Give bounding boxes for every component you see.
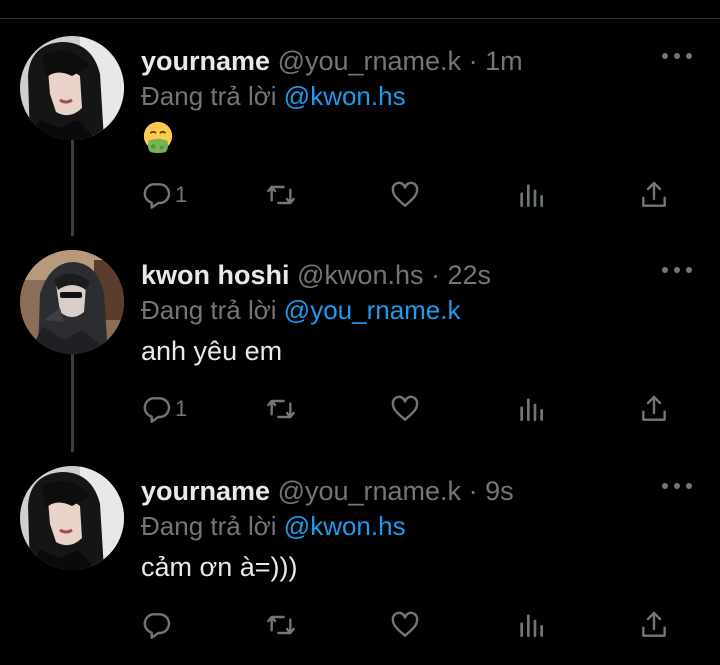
analytics-icon: [520, 184, 543, 207]
retweet-icon: [267, 615, 295, 635]
reply-icon: [143, 183, 171, 209]
timestamp[interactable]: 9s: [485, 476, 514, 506]
reply-button[interactable]: [141, 605, 175, 645]
tweet[interactable]: yourname @you_rname.k · 9s Đang trả lời …: [0, 450, 720, 665]
tweet[interactable]: yourname @you_rname.k · 1m Đang trả lời …: [0, 20, 720, 235]
user-handle[interactable]: @you_rname.k: [278, 476, 462, 506]
nauseated-face-emoji-icon: [143, 121, 173, 154]
display-name[interactable]: yourname: [141, 476, 270, 506]
more-options-icon[interactable]: [662, 260, 692, 280]
retweet-button[interactable]: [265, 389, 297, 429]
tweet-actions: 1: [0, 389, 720, 429]
retweet-button[interactable]: [265, 175, 297, 215]
tweet-text: cảm ơn à=))): [141, 552, 298, 582]
share-icon: [642, 181, 666, 207]
analytics-button[interactable]: [515, 389, 547, 429]
like-button[interactable]: [389, 175, 421, 215]
tweet-actions: [0, 605, 720, 645]
man-in-hood-avatar-icon: [20, 250, 124, 354]
replying-to: Đang trả lời @kwon.hs: [141, 510, 406, 542]
share-button[interactable]: [638, 389, 670, 429]
reply-button[interactable]: 1: [141, 389, 187, 429]
like-button[interactable]: [389, 605, 421, 645]
user-handle[interactable]: @kwon.hs: [297, 260, 423, 290]
share-button[interactable]: [638, 605, 670, 645]
tweet-header: yourname @you_rname.k · 1m: [141, 44, 523, 78]
share-icon: [642, 395, 666, 421]
tweet[interactable]: kwon hoshi @kwon.hs · 22s Đang trả lời @…: [0, 234, 720, 449]
analytics-icon: [520, 614, 543, 637]
mention-link[interactable]: @you_rname.k: [284, 295, 461, 325]
timestamp[interactable]: 1m: [485, 46, 523, 76]
tweet-actions: 1: [0, 175, 720, 215]
timestamp[interactable]: 22s: [448, 260, 492, 290]
display-name[interactable]: kwon hoshi: [141, 260, 290, 290]
display-name[interactable]: yourname: [141, 46, 270, 76]
replying-to-label: Đang trả lời: [141, 295, 277, 325]
reply-count: 1: [175, 396, 188, 421]
reply-icon: [143, 613, 171, 639]
heart-icon: [391, 611, 419, 637]
replying-to: Đang trả lời @you_rname.k: [141, 294, 461, 326]
more-options-icon[interactable]: [662, 46, 692, 66]
dark-haired-woman-avatar-icon: [20, 36, 124, 140]
analytics-button[interactable]: [515, 175, 547, 215]
reply-button[interactable]: 1: [141, 175, 187, 215]
replying-to: Đang trả lời @kwon.hs: [141, 80, 406, 112]
separator-dot: ·: [468, 476, 478, 506]
user-handle[interactable]: @you_rname.k: [278, 46, 462, 76]
retweet-icon: [267, 185, 295, 205]
heart-icon: [391, 181, 419, 207]
reply-count: 1: [175, 182, 188, 207]
retweet-icon: [267, 399, 295, 419]
replying-to-label: Đang trả lời: [141, 511, 277, 541]
tweet-text: anh yêu em: [141, 336, 283, 366]
reply-icon: [143, 397, 171, 423]
mention-link[interactable]: @kwon.hs: [284, 511, 406, 541]
more-options-icon[interactable]: [662, 476, 692, 496]
avatar[interactable]: [20, 466, 124, 570]
mention-link[interactable]: @kwon.hs: [284, 81, 406, 111]
avatar[interactable]: [20, 250, 124, 354]
analytics-button[interactable]: [515, 605, 547, 645]
like-button[interactable]: [389, 389, 421, 429]
top-divider: [0, 18, 720, 19]
replying-to-label: Đang trả lời: [141, 81, 277, 111]
avatar[interactable]: [20, 36, 124, 140]
dark-haired-woman-avatar-icon: [20, 466, 124, 570]
tweet-header: kwon hoshi @kwon.hs · 22s: [141, 258, 491, 292]
retweet-button[interactable]: [265, 605, 297, 645]
heart-icon: [391, 395, 419, 421]
separator-dot: ·: [468, 46, 478, 76]
analytics-icon: [520, 398, 543, 421]
tweet-header: yourname @you_rname.k · 9s: [141, 474, 514, 508]
share-button[interactable]: [638, 175, 670, 215]
share-icon: [642, 611, 666, 637]
separator-dot: ·: [431, 260, 440, 290]
